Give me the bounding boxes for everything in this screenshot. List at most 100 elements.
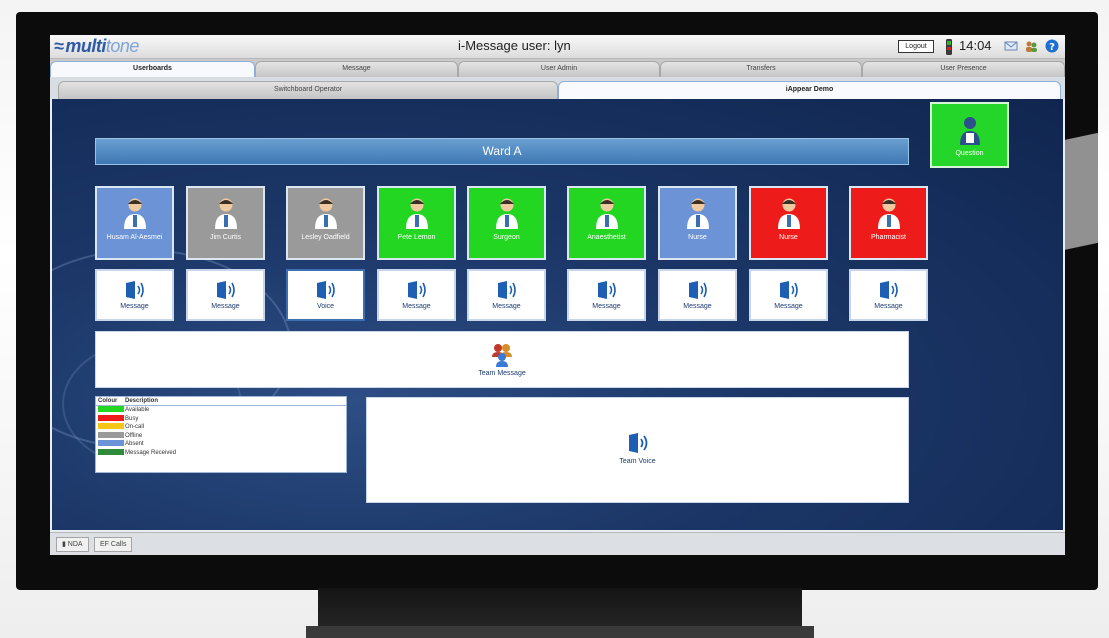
- person-name: Lesley Oadfield: [301, 234, 350, 241]
- monitor-stand-base: [306, 626, 814, 638]
- legend-swatch: [98, 406, 124, 413]
- message-button[interactable]: Message: [658, 269, 737, 321]
- person-name: Nurse: [688, 234, 707, 241]
- person-tile[interactable]: Jim Curtis: [186, 186, 265, 260]
- user-avatar-icon: [123, 198, 146, 229]
- monitor-stand: [318, 588, 802, 630]
- person-tile[interactable]: Pharmacist: [849, 186, 928, 260]
- ward-title-bar: Ward A: [95, 138, 909, 165]
- message-button[interactable]: Message: [186, 269, 265, 321]
- user-avatar-icon: [959, 117, 980, 145]
- message-button-label: Message: [402, 303, 431, 310]
- legend-label: Busy: [125, 415, 139, 422]
- legend-swatch: [98, 414, 124, 421]
- user-avatar-icon: [777, 198, 800, 229]
- legend-swatch: [98, 423, 124, 430]
- photo-stage: ≈ multitone i-Message user: lyn Logout 14…: [0, 0, 1109, 638]
- voice-message-icon: [316, 281, 335, 299]
- group-icon[interactable]: [1024, 39, 1038, 53]
- legend-label: Absent: [125, 441, 144, 447]
- person-name: Nurse: [779, 234, 798, 241]
- legend-label: Message Received: [125, 449, 177, 456]
- legend-header: Colour Description: [96, 397, 346, 406]
- legend-row: Absent: [96, 440, 346, 449]
- tab-user-presence[interactable]: User Presence: [862, 61, 1065, 77]
- tab-message[interactable]: Message: [255, 61, 458, 77]
- person-name: Anaesthetist: [587, 234, 626, 241]
- user-avatar-icon: [214, 198, 237, 229]
- svg-text:?: ?: [1049, 42, 1055, 53]
- user-avatar-icon: [314, 198, 337, 229]
- user-avatar-icon: [595, 198, 618, 229]
- person-tile[interactable]: Nurse: [658, 186, 737, 260]
- tab-transfers[interactable]: Transfers: [660, 61, 862, 77]
- mail-icon[interactable]: [1004, 39, 1018, 53]
- person-tile[interactable]: Lesley Oadfield: [286, 186, 365, 260]
- message-button[interactable]: Message: [467, 269, 546, 321]
- user-avatar-icon: [686, 198, 709, 229]
- window-title: i-Message user: lyn: [458, 38, 571, 53]
- team-icon: [492, 344, 512, 367]
- logo-swirl-icon: ≈: [54, 36, 64, 56]
- tab-user-admin[interactable]: User Admin: [458, 61, 660, 77]
- legend-label: Offline: [125, 432, 143, 439]
- message-button-label: Message: [492, 303, 521, 310]
- legend-swatch: [98, 431, 124, 438]
- app-screen: ≈ multitone i-Message user: lyn Logout 14…: [50, 35, 1065, 555]
- tab-switchboard-operator[interactable]: Switchboard Operator: [58, 81, 558, 99]
- voice-button[interactable]: Voice: [286, 269, 365, 321]
- legend-label: Available: [125, 407, 150, 413]
- team-message-button[interactable]: Team Message: [95, 331, 909, 388]
- tab-userboards[interactable]: Userboards: [50, 61, 255, 77]
- message-button[interactable]: Message: [377, 269, 456, 321]
- team-voice-label: Team Voice: [619, 458, 656, 465]
- status-legend: Colour Description Available Busy On-call Of…: [95, 396, 347, 473]
- message-button[interactable]: Message: [849, 269, 928, 321]
- primary-tab-bar: Userboards Message User Admin Transfers …: [50, 59, 1065, 77]
- message-button[interactable]: Message: [567, 269, 646, 321]
- user-avatar-icon: [495, 198, 518, 229]
- message-button-label: Message: [683, 303, 712, 310]
- legend-swatch: [98, 440, 124, 447]
- message-button-label: Voice: [316, 303, 335, 310]
- legend-row: Message Received: [96, 448, 346, 458]
- person-name: Surgeon: [493, 234, 520, 241]
- pager-icon[interactable]: [943, 38, 955, 56]
- legend-colour-header: Colour: [98, 398, 118, 404]
- legend-rows: Available Busy On-call Offline Absent Message…: [96, 406, 346, 457]
- multitone-logo: ≈ multitone: [54, 36, 139, 56]
- voice-message-icon: [125, 281, 144, 299]
- clock: 14:04: [959, 38, 992, 53]
- message-button-label: Message: [592, 303, 621, 310]
- voice-message-icon: [628, 433, 647, 453]
- question-button[interactable]: Question: [930, 102, 1009, 168]
- person-tile[interactable]: Pete Lemon: [377, 186, 456, 260]
- person-tile[interactable]: Nurse: [749, 186, 828, 260]
- voice-message-icon: [497, 281, 516, 299]
- team-message-label: Team Message: [478, 370, 526, 377]
- person-name: Pharmacist: [870, 234, 906, 241]
- legend-row: Available: [96, 406, 346, 415]
- tab-iappear-demo[interactable]: iAppear Demo: [558, 81, 1061, 99]
- logout-button[interactable]: Logout: [898, 40, 934, 53]
- legend-label: On-call: [125, 424, 145, 430]
- help-icon[interactable]: ?: [1045, 39, 1059, 53]
- voice-message-icon: [879, 281, 898, 299]
- voice-message-icon: [779, 281, 798, 299]
- message-button-label: Message: [874, 303, 903, 310]
- user-avatar-icon: [877, 198, 900, 229]
- message-button[interactable]: Message: [95, 269, 174, 321]
- status-tab-nda[interactable]: ▮ NDA: [56, 537, 89, 552]
- status-tab-ef-calls[interactable]: EF Calls: [94, 537, 133, 552]
- person-tile[interactable]: Surgeon: [467, 186, 546, 260]
- voice-message-icon: [216, 281, 235, 299]
- secondary-tab-bar: Switchboard Operator iAppear Demo: [50, 77, 1065, 99]
- message-button[interactable]: Message: [749, 269, 828, 321]
- team-voice-button[interactable]: Team Voice: [366, 397, 909, 503]
- person-tile[interactable]: Anaesthetist: [567, 186, 646, 260]
- person-tile[interactable]: Husam Al-Aesmei: [95, 186, 174, 260]
- legend-swatch: [98, 448, 124, 455]
- voice-message-icon: [407, 281, 426, 299]
- voice-message-icon: [597, 281, 616, 299]
- legend-row: On-call: [96, 423, 346, 432]
